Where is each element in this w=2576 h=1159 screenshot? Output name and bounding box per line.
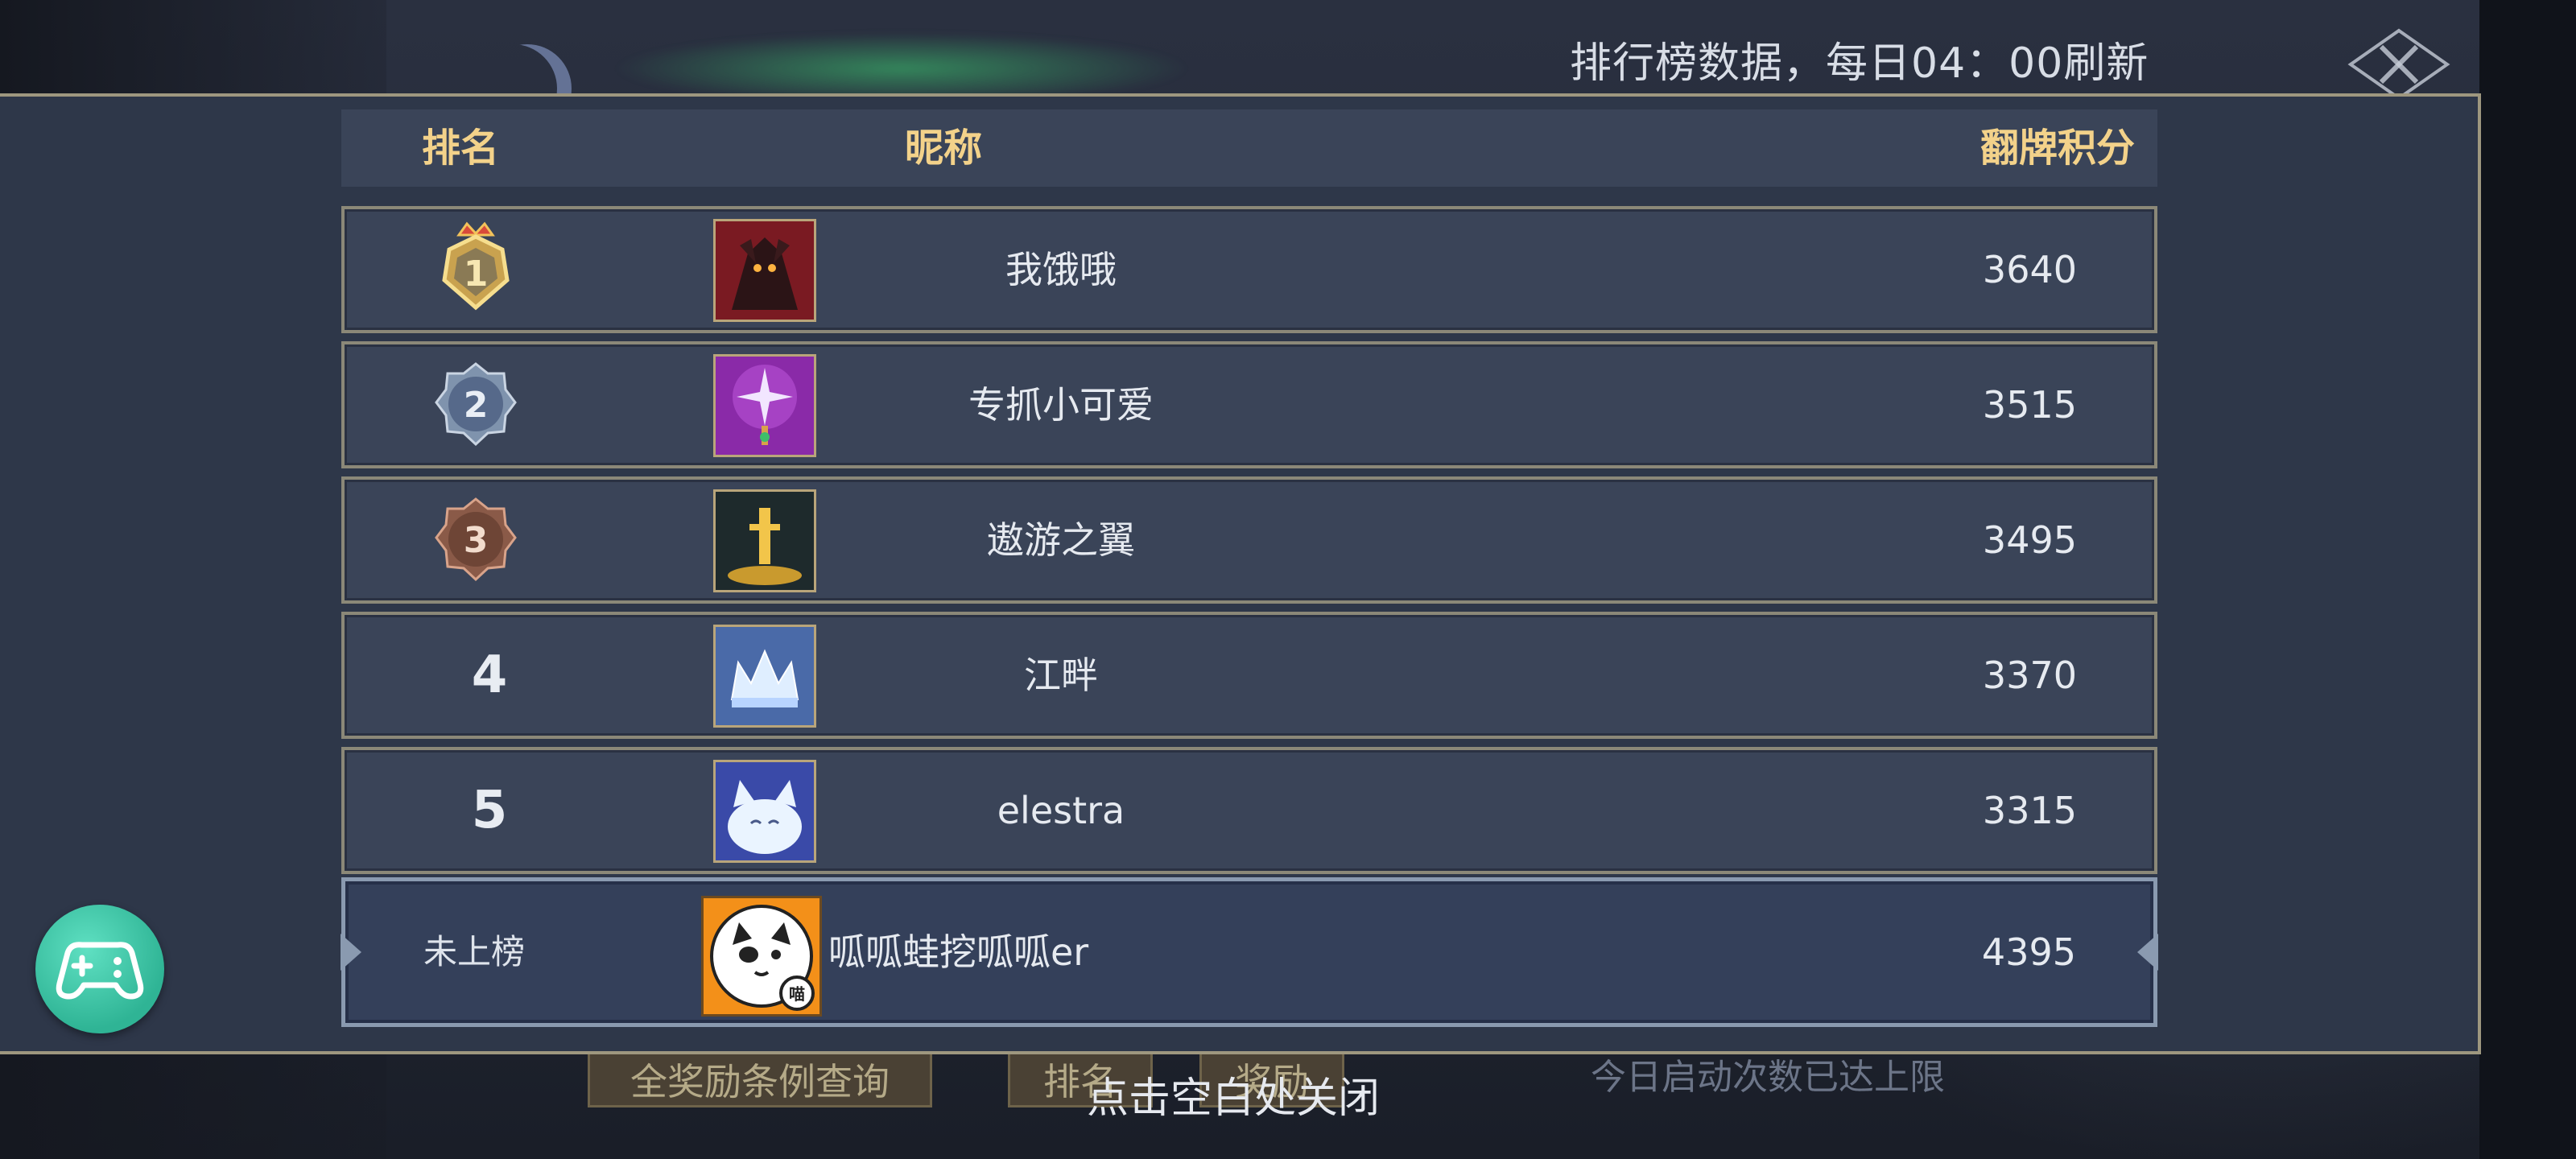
gamepad-assistant-button[interactable] bbox=[35, 905, 164, 1033]
avatar bbox=[713, 760, 816, 863]
header-rank: 排名 bbox=[422, 126, 500, 171]
leaderboard-row[interactable]: 5 elestra 3315 bbox=[341, 747, 2157, 874]
tap-blank-to-close-hint[interactable]: 点击空白处关闭 bbox=[1087, 1064, 1380, 1124]
svg-text:喵: 喵 bbox=[789, 984, 805, 1004]
leaderboard-header: 排名 昵称 翻牌积分 bbox=[341, 109, 2157, 187]
launch-limit-text: 今日启动次数已达上限 bbox=[1591, 1057, 1945, 1098]
rank-number: 5 bbox=[471, 781, 508, 840]
player-nickname: 江畔 bbox=[1024, 654, 1098, 697]
frame-notch-left bbox=[341, 934, 361, 971]
frame-notch-right bbox=[2137, 934, 2158, 971]
player-score: 3370 bbox=[1982, 654, 2077, 697]
header-score: 翻牌积分 bbox=[1979, 126, 2135, 171]
background-shadow-right bbox=[2479, 0, 2576, 1159]
avatar bbox=[713, 219, 816, 322]
my-avatar: 喵 bbox=[701, 896, 822, 1017]
gold-crown-badge-icon: 1 bbox=[423, 217, 528, 322]
svg-text:2: 2 bbox=[464, 385, 489, 426]
silver-badge-icon: 2 bbox=[423, 353, 528, 457]
header-nickname: 昵称 bbox=[905, 126, 983, 171]
avatar bbox=[713, 489, 816, 592]
svg-text:1: 1 bbox=[464, 254, 489, 295]
gamepad-icon bbox=[56, 942, 144, 1000]
player-nickname: 遨游之翼 bbox=[987, 518, 1135, 562]
leaderboard-row[interactable]: 4 江畔 3370 bbox=[341, 612, 2157, 739]
rank-number: 4 bbox=[471, 645, 508, 705]
player-score: 3315 bbox=[1982, 789, 2077, 832]
my-rank-status: 未上榜 bbox=[423, 932, 525, 971]
avatar bbox=[713, 625, 816, 728]
player-score: 3495 bbox=[1982, 518, 2077, 562]
player-score: 3515 bbox=[1982, 383, 2077, 427]
leaderboard-row[interactable]: 3 遨游之翼 3495 bbox=[341, 476, 2157, 604]
my-score: 4395 bbox=[1981, 930, 2076, 974]
my-rank-row[interactable]: 未上榜 喵 呱呱蛙挖呱呱er 4395 bbox=[341, 877, 2158, 1027]
reward-rules-query-button[interactable]: 全奖励条例查询 bbox=[588, 1051, 932, 1107]
svg-text:3: 3 bbox=[464, 520, 489, 561]
player-score: 3640 bbox=[1982, 248, 2077, 291]
refresh-notice: 排行榜数据，每日04：00刷新 bbox=[1570, 39, 2149, 88]
leaderboard-row[interactable]: 1 我饿哦 3640 bbox=[341, 206, 2157, 333]
bronze-badge-icon: 3 bbox=[423, 488, 528, 592]
leaderboard-row[interactable]: 2 专抓小可爱 3515 bbox=[341, 341, 2157, 468]
player-nickname: elestra bbox=[997, 789, 1125, 832]
my-nickname: 呱呱蛙挖呱呱er bbox=[828, 930, 1089, 974]
player-nickname: 专抓小可爱 bbox=[968, 383, 1154, 427]
player-nickname: 我饿哦 bbox=[1005, 248, 1117, 291]
avatar bbox=[713, 354, 816, 457]
close-icon[interactable] bbox=[2343, 27, 2455, 101]
